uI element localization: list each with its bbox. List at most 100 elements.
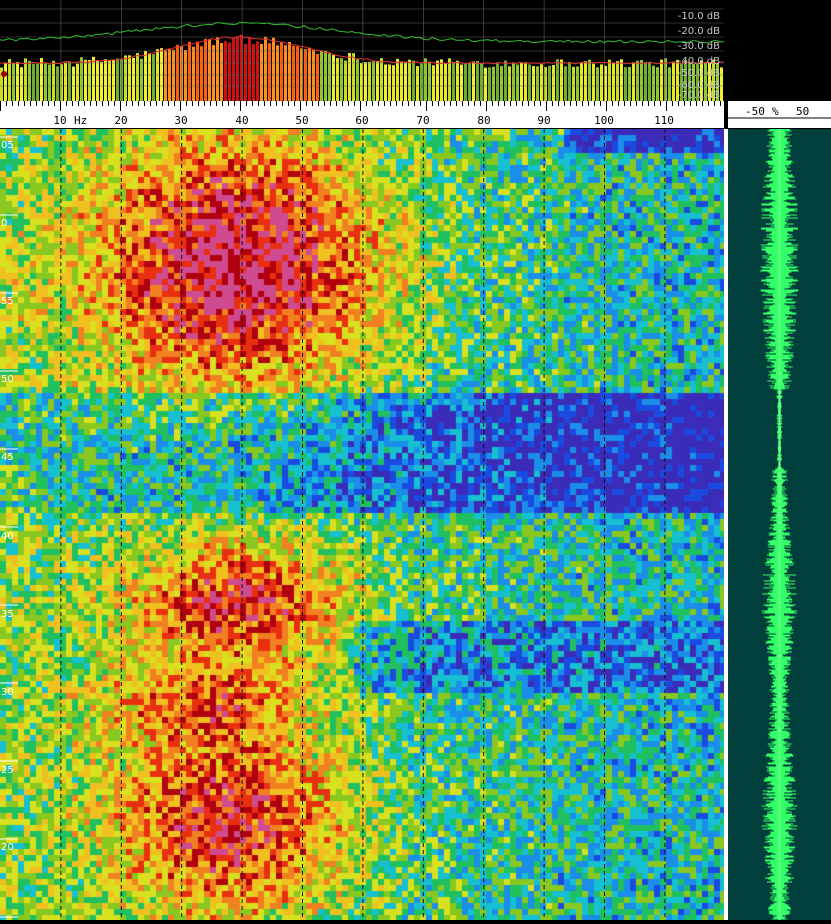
spectrum-bar	[580, 62, 583, 101]
spectrum-bar	[460, 64, 463, 101]
spectrum-bar	[68, 61, 71, 101]
spectrum-bar	[424, 58, 427, 101]
spectrum-peak-line	[0, 35, 724, 65]
spectrum-bar	[476, 60, 479, 101]
spectrum-bar	[172, 49, 175, 101]
spectrum-bar	[584, 61, 587, 101]
spectrum-bar	[452, 62, 455, 101]
spectrum-bar	[188, 41, 191, 101]
spectrogram-view[interactable]: 05 0 55 50 45 40 35 30 25 20	[0, 129, 724, 920]
spectrum-bar	[100, 61, 103, 101]
spectrum-bar	[4, 62, 7, 101]
spectrum-bar	[416, 66, 419, 101]
spectrum-bar	[392, 65, 395, 101]
spectrum-bar	[372, 61, 375, 101]
frequency-tick-label: 80	[477, 114, 491, 127]
spectrum-bar	[216, 37, 219, 101]
spectrum-bar	[568, 61, 571, 101]
spectrum-bar	[468, 62, 471, 101]
spectrum-bar	[232, 37, 235, 101]
spectrum-bar	[380, 58, 383, 101]
db-label: -40.0 dB	[677, 56, 720, 67]
spectrum-bar	[308, 47, 311, 101]
spectrum-bar	[292, 45, 295, 101]
spectrum-bar	[264, 36, 267, 101]
spectrum-bar	[564, 66, 567, 101]
spectrum-bar	[432, 65, 435, 101]
spectrum-bar	[520, 62, 523, 101]
time-label: 0	[1, 218, 8, 229]
spectrum-bar	[664, 58, 667, 101]
spectrum-bar	[176, 44, 179, 101]
spectrum-bar	[12, 62, 15, 101]
spectrum-bar	[544, 67, 547, 101]
frequency-tick-label: 90	[537, 114, 551, 127]
spectrum-bar	[132, 57, 135, 101]
spectrum-bar	[24, 58, 27, 101]
amplitude-label-mid: %	[772, 105, 779, 118]
spectrum-bar	[400, 61, 403, 101]
spectrum-bar	[256, 41, 259, 101]
spectrum-bar	[384, 64, 387, 101]
spectrum-bar	[552, 65, 555, 101]
spectrum-bar	[648, 61, 651, 101]
spectrum-bar	[656, 67, 659, 101]
frequency-tick-label: 100	[594, 114, 614, 127]
spectrum-bar	[92, 56, 95, 101]
spectrum-bar	[660, 59, 663, 101]
spectrum-bar	[212, 45, 215, 101]
db-label: -10.0 dB	[677, 11, 720, 22]
spectrum-bar	[148, 53, 151, 101]
spectrum-bar	[128, 55, 131, 101]
spectrum-bar	[668, 67, 671, 101]
spectrum-bar	[456, 60, 459, 101]
spectrum-bar	[324, 50, 327, 101]
spectrum-bar	[404, 62, 407, 101]
spectrum-bar	[556, 59, 559, 101]
spectrum-bar	[628, 66, 631, 101]
spectrum-bar	[320, 50, 323, 101]
spectrum-marker	[1, 71, 7, 77]
db-label: -20.0 dB	[677, 26, 720, 37]
spectrum-bar	[516, 64, 519, 101]
spectrogram-grid	[0, 129, 666, 920]
frequency-tick-label: 50	[295, 114, 309, 127]
spectrum-bar	[268, 43, 271, 101]
spectrum-bar	[488, 67, 491, 101]
spectrum-bar	[596, 67, 599, 101]
frequency-tick-label: 60	[355, 114, 369, 127]
spectrum-bar	[8, 59, 11, 101]
spectrum-bar	[600, 64, 603, 101]
db-label: -70.0 dB	[677, 90, 720, 101]
time-label: 20	[1, 842, 14, 853]
time-label: 35	[1, 609, 14, 620]
frequency-tick-label: 10	[53, 114, 67, 127]
spectrum-bar	[252, 44, 255, 101]
spectrum-bar	[80, 57, 83, 101]
spectrum-bar	[164, 50, 167, 101]
spectrum-bar	[356, 59, 359, 101]
spectrum-bar	[616, 61, 619, 101]
spectrum-bar	[532, 66, 535, 101]
spectrum-bar	[64, 62, 67, 101]
amplitude-tick-marks	[728, 117, 831, 119]
spectrum-bar	[124, 55, 127, 101]
spectrum-bar	[612, 63, 615, 101]
spectrum-bar	[192, 46, 195, 101]
spectrum-bar	[136, 53, 139, 101]
spectrum-bar	[108, 60, 111, 101]
spectrum-bar	[428, 61, 431, 101]
spectrum-bar	[440, 59, 443, 101]
spectrum-bar	[632, 62, 635, 101]
spectrum-bar	[72, 66, 75, 101]
spectrum-panel: -10.0 dB -20.0 dB -30.0 dB -40.0 dB -50.…	[0, 0, 724, 101]
spectrum-bar	[560, 59, 563, 101]
spectrum-bar	[152, 53, 155, 101]
time-label: 05	[1, 140, 14, 151]
spectrum-bar	[48, 64, 51, 101]
frequency-axis[interactable]: Hz 10 20 30 40 50 60 70 80 90 100 110	[0, 101, 724, 129]
spectrum-plot	[0, 0, 724, 101]
spectrum-bar	[272, 37, 275, 101]
frequency-tick-label: 20	[114, 114, 128, 127]
spectrum-bar	[200, 46, 203, 101]
